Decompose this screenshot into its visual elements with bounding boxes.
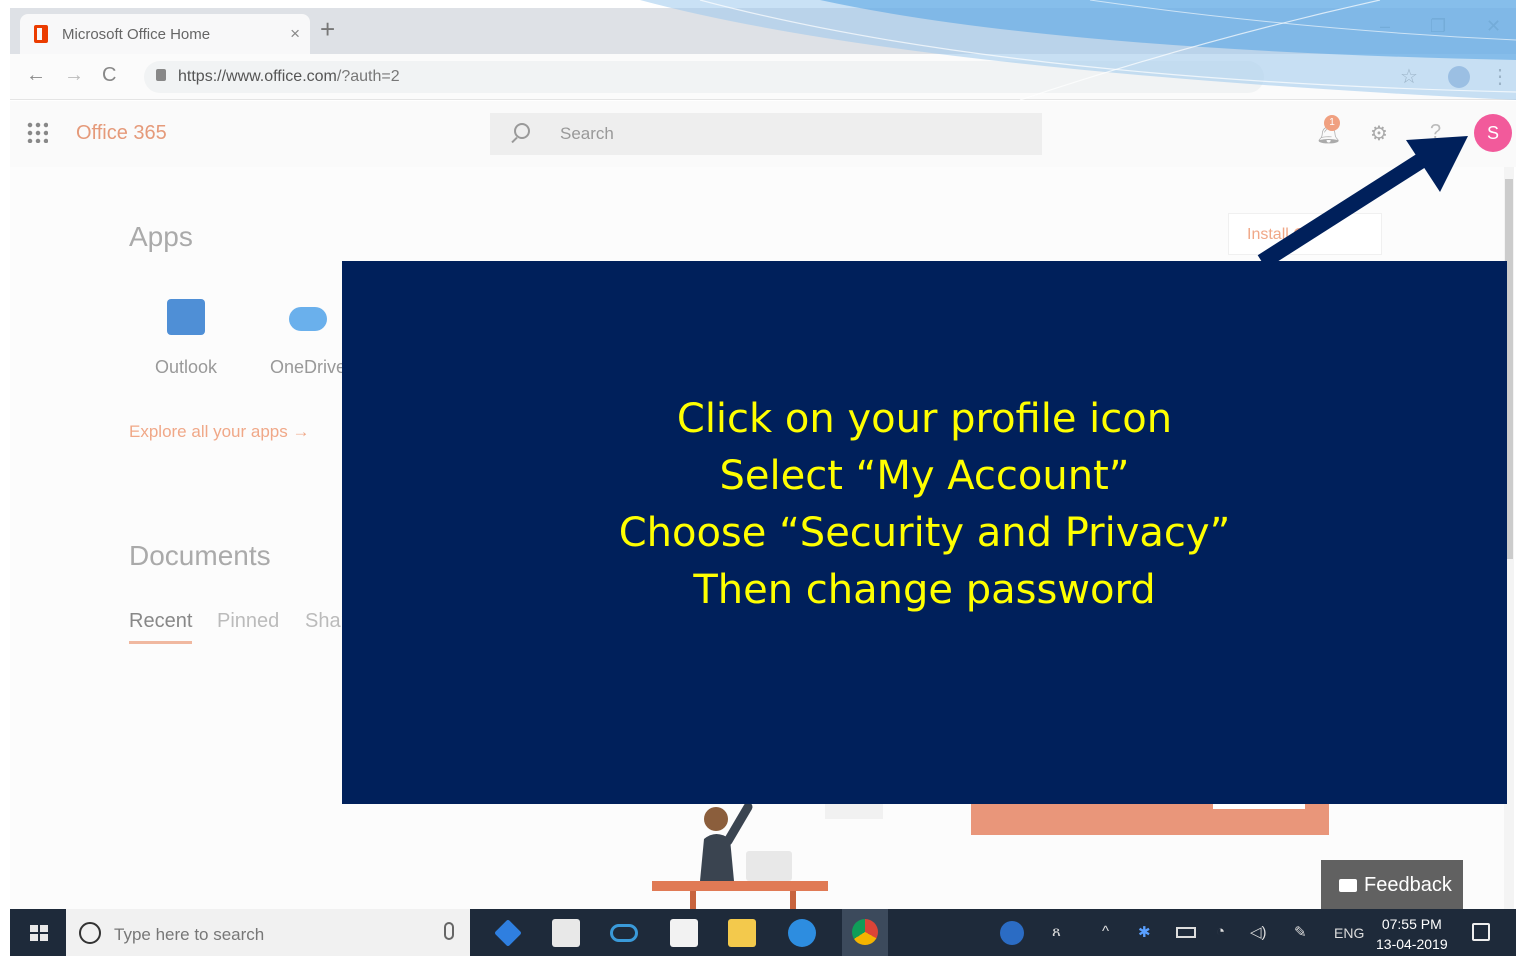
browser-menu-icon[interactable]: ⋮: [1490, 64, 1510, 89]
app-launcher-icon[interactable]: [26, 121, 48, 143]
mail-icon[interactable]: [670, 919, 698, 947]
windows-start-icon[interactable]: [30, 925, 48, 941]
browser-address-bar: ← → C https://www.office.com/?auth=2 ☆ ⋮: [10, 54, 1516, 100]
pen-icon[interactable]: ✎: [1294, 923, 1307, 941]
url-field[interactable]: https://www.office.com/?auth=2: [144, 61, 1264, 93]
arrow-right-icon: →: [292, 422, 310, 441]
battery-icon[interactable]: [1176, 927, 1196, 938]
instruction-line: Click on your profile icon: [676, 396, 1173, 442]
tab-recent[interactable]: Recent: [129, 610, 193, 644]
people-icon[interactable]: ጸ: [1052, 923, 1061, 940]
action-center-icon[interactable]: [1472, 923, 1490, 941]
store-icon[interactable]: [552, 919, 580, 947]
instruction-text: Click on your profile icon Select “My Ac…: [342, 391, 1507, 619]
apps-heading: Apps: [129, 221, 193, 252]
microphone-icon[interactable]: [444, 922, 454, 940]
help-tips-icon[interactable]: [1000, 921, 1024, 945]
feedback-button[interactable]: Feedback: [1321, 860, 1463, 910]
forward-button[interactable]: →: [64, 64, 84, 87]
instruction-line: Choose “Security and Privacy”: [618, 510, 1231, 556]
minimize-button[interactable]: –: [1380, 16, 1390, 37]
search-icon: [514, 123, 530, 139]
instruction-line: Select “My Account”: [719, 453, 1130, 499]
tray-expand-icon[interactable]: ^: [1102, 923, 1109, 940]
tab-pinned[interactable]: Pinned: [217, 610, 279, 633]
office-brand[interactable]: Office 365: [76, 122, 167, 145]
url-text: https://www.office.com/?auth=2: [178, 68, 400, 85]
illustration-person-at-desk: [652, 802, 828, 909]
outlook-icon: [167, 299, 205, 335]
back-button[interactable]: ←: [26, 64, 46, 87]
volume-icon[interactable]: ◁): [1250, 923, 1267, 941]
instruction-line: Then change password: [693, 567, 1156, 613]
lock-icon: [156, 69, 166, 81]
office-header: Office 365 Search 🔔︎ ⚙ ?: [10, 101, 1516, 167]
office-search-placeholder: Search: [560, 124, 614, 143]
explore-apps-link[interactable]: Explore all your apps →: [129, 422, 310, 442]
settings-gear-icon[interactable]: ⚙: [1370, 121, 1388, 146]
chrome-taskbar-item[interactable]: [842, 909, 888, 956]
taskbar-search-input[interactable]: Type here to search: [66, 909, 470, 956]
app-label: Outlook: [154, 357, 218, 377]
bookmark-star-icon[interactable]: ☆: [1400, 64, 1418, 89]
file-explorer-icon[interactable]: [728, 919, 756, 947]
dropbox-icon[interactable]: [494, 919, 522, 947]
tab-close-icon[interactable]: ×: [290, 24, 300, 44]
bluetooth-icon[interactable]: ✱: [1138, 923, 1151, 941]
windows-taskbar: Type here to search ጸ ^ ✱ ◔ ◁) ✎ ENG 07:…: [10, 909, 1516, 956]
new-tab-button[interactable]: +: [320, 16, 335, 42]
clock-date: 13-04-2019: [1376, 936, 1448, 952]
help-icon[interactable]: ?: [1430, 121, 1441, 144]
reload-button[interactable]: C: [102, 64, 116, 87]
window-close-button[interactable]: ✕: [1486, 16, 1501, 37]
taskbar-search-placeholder: Type here to search: [114, 925, 265, 944]
documents-heading: Documents: [129, 540, 271, 571]
chrome-icon: [852, 919, 878, 945]
browser-tab[interactable]: Microsoft Office Home ×: [20, 14, 310, 54]
onedrive-icon: [289, 307, 327, 331]
wifi-icon[interactable]: ◔: [1216, 923, 1225, 940]
profile-extension-icon[interactable]: [1448, 66, 1470, 88]
office-favicon-icon: [34, 25, 48, 43]
instruction-overlay: Click on your profile icon Select “My Ac…: [342, 261, 1507, 804]
edge-browser-icon[interactable]: [788, 919, 816, 947]
office-search-input[interactable]: Search: [490, 113, 1042, 155]
clock-time: 07:55 PM: [1381, 916, 1442, 932]
feedback-icon: [1339, 879, 1357, 892]
app-outlook[interactable]: Outlook: [136, 299, 236, 378]
cortana-icon: [79, 922, 101, 944]
language-indicator[interactable]: ENG: [1334, 925, 1364, 941]
notification-badge: 1: [1324, 115, 1340, 131]
tab-shared[interactable]: Shar: [305, 610, 347, 633]
restore-button[interactable]: ❐: [1430, 16, 1446, 37]
tab-title: Microsoft Office Home: [62, 26, 211, 43]
infinity-app-icon[interactable]: [610, 924, 638, 942]
browser-tab-bar: Microsoft Office Home × + – ❐ ✕: [10, 8, 1516, 54]
profile-avatar-button[interactable]: S: [1474, 114, 1512, 152]
taskbar-clock[interactable]: 07:55 PM 13-04-2019: [1376, 914, 1448, 954]
install-office-button[interactable]: Install O: [1228, 213, 1382, 255]
